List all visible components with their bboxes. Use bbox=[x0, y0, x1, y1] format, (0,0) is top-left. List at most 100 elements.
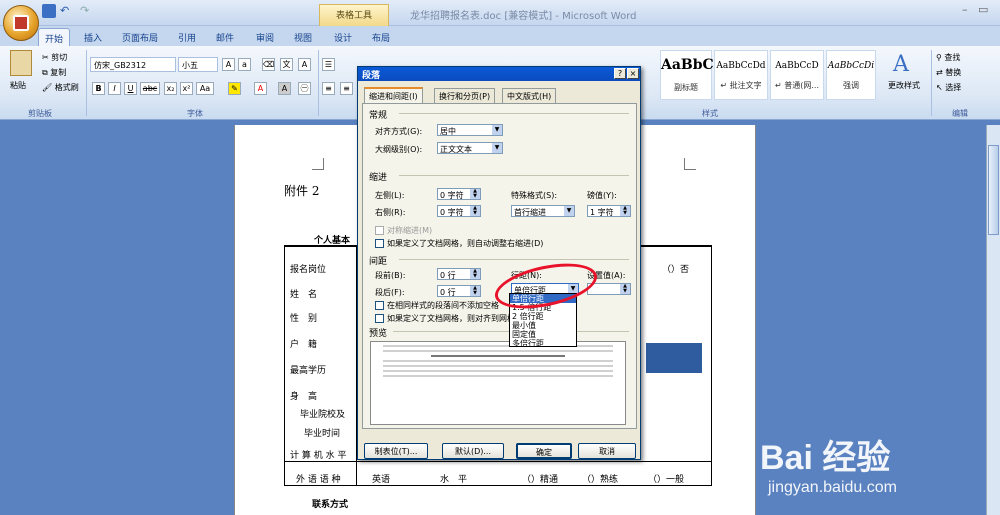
cursor-icon: ↖ bbox=[936, 83, 946, 92]
tabs-button[interactable]: 制表位(T)... bbox=[364, 443, 428, 459]
char-border-icon[interactable]: A bbox=[298, 58, 311, 71]
tab-view[interactable]: 视图 bbox=[288, 28, 318, 46]
scroll-thumb[interactable] bbox=[988, 145, 999, 235]
no-space-checkbox[interactable] bbox=[375, 301, 384, 310]
grow-font-icon[interactable]: A bbox=[222, 58, 235, 71]
shrink-font-icon[interactable]: a bbox=[238, 58, 251, 71]
paste-icon[interactable] bbox=[10, 50, 32, 76]
spinner-icon[interactable]: ▲ ▼ bbox=[620, 206, 630, 216]
font-name-select[interactable]: 仿宋_GB2312 bbox=[90, 57, 176, 72]
align-center-icon[interactable]: ≡ bbox=[340, 82, 353, 95]
preview-line bbox=[383, 365, 613, 367]
auto-adjust-checkbox[interactable] bbox=[375, 239, 384, 248]
divider bbox=[86, 50, 87, 116]
tab-home[interactable]: 开始 bbox=[38, 28, 71, 46]
change-case-button[interactable]: Aa bbox=[196, 82, 214, 95]
italic-button[interactable]: I bbox=[108, 82, 121, 95]
save-icon[interactable] bbox=[42, 4, 56, 18]
divider bbox=[318, 50, 319, 116]
cancel-button[interactable]: 取消 bbox=[578, 443, 636, 459]
strikethrough-button[interactable]: abc bbox=[140, 82, 160, 95]
highlight-icon[interactable]: ✎ bbox=[228, 82, 241, 95]
table-row: 性 别 bbox=[290, 314, 318, 324]
restore-icon[interactable]: ▭ bbox=[978, 3, 988, 16]
default-button[interactable]: 默认(D)... bbox=[442, 443, 504, 459]
char-shading-icon[interactable]: A bbox=[278, 82, 291, 95]
underline-button[interactable]: U bbox=[124, 82, 137, 95]
table-row: 身 高 bbox=[290, 392, 318, 402]
tab-asian-typography[interactable]: 中文版式(H) bbox=[502, 88, 557, 103]
cut-button[interactable]: ✂ 剪切 bbox=[42, 52, 67, 63]
format-painter-button[interactable]: 🖌 格式刷 bbox=[42, 82, 79, 93]
snap-grid-checkbox[interactable] bbox=[375, 314, 384, 323]
change-styles-icon[interactable]: A bbox=[893, 52, 909, 77]
space-after-input[interactable]: 0 行 ▲ ▼ bbox=[437, 285, 481, 297]
table-row: 最高学历 bbox=[290, 366, 327, 376]
minimize-icon[interactable]: – bbox=[962, 3, 968, 16]
enclose-char-icon[interactable]: ㊀ bbox=[298, 82, 311, 95]
alignment-label: 对齐方式(G): bbox=[375, 127, 423, 136]
spinner-icon[interactable]: ▲ ▼ bbox=[470, 206, 480, 216]
font-color-icon[interactable]: A bbox=[254, 82, 267, 95]
select-button[interactable]: ↖ 选择 bbox=[936, 82, 961, 93]
chevron-down-icon: ▼ bbox=[492, 143, 502, 153]
spinner-icon[interactable]: ▲ ▼ bbox=[470, 189, 480, 199]
clear-format-icon[interactable]: ⌫ bbox=[262, 58, 275, 71]
option-multiple[interactable]: 多倍行距 bbox=[510, 339, 576, 348]
tab-layout[interactable]: 布局 bbox=[366, 28, 396, 46]
bullets-icon[interactable]: ☰ bbox=[322, 58, 335, 71]
tab-line-page-breaks[interactable]: 换行和分页(P) bbox=[434, 88, 496, 103]
tab-review[interactable]: 审阅 bbox=[250, 28, 280, 46]
divider bbox=[931, 50, 932, 116]
right-indent-input[interactable]: 0 字符 ▲ ▼ bbox=[437, 205, 481, 217]
subscript-button[interactable]: x₂ bbox=[164, 82, 177, 95]
copy-button[interactable]: ⧉ 复制 bbox=[42, 67, 66, 78]
paste-button[interactable]: 粘贴 bbox=[10, 80, 26, 91]
bold-button[interactable]: B bbox=[92, 82, 105, 95]
option-double[interactable]: 2 倍行距 bbox=[510, 312, 576, 321]
divider bbox=[399, 259, 629, 260]
margin-mark bbox=[684, 158, 696, 170]
undo-icon[interactable]: ↶ bbox=[60, 4, 74, 18]
font-size-select[interactable]: 小五 bbox=[178, 57, 218, 72]
tab-indent-spacing[interactable]: 缩进和间距(I) bbox=[364, 87, 423, 104]
redo-icon[interactable]: ↷ bbox=[80, 4, 94, 18]
tab-references[interactable]: 引用 bbox=[172, 28, 202, 46]
tab-insert[interactable]: 插入 bbox=[78, 28, 108, 46]
style-emphasis[interactable]: AaBbCcDi 强调 bbox=[826, 50, 876, 100]
special-format-select[interactable]: 首行缩进 ▼ bbox=[511, 205, 575, 217]
alignment-select[interactable]: 居中 ▼ bbox=[437, 124, 503, 136]
close-button[interactable]: × bbox=[627, 68, 639, 79]
attachment-heading[interactable]: 附件 2 bbox=[284, 182, 319, 199]
option-exactly[interactable]: 固定值 bbox=[510, 330, 576, 339]
tab-mailings[interactable]: 邮件 bbox=[210, 28, 240, 46]
tab-page-layout[interactable]: 页面布局 bbox=[116, 28, 164, 46]
mirror-indent-checkbox[interactable] bbox=[375, 226, 384, 235]
office-button[interactable] bbox=[3, 5, 39, 41]
help-button[interactable]: ? bbox=[614, 68, 626, 79]
replace-button[interactable]: ⇄ 替换 bbox=[936, 67, 961, 78]
spinner-icon[interactable]: ▲ ▼ bbox=[620, 284, 630, 294]
tab-design[interactable]: 设计 bbox=[328, 28, 358, 46]
left-indent-input[interactable]: 0 字符 ▲ ▼ bbox=[437, 188, 481, 200]
dialog-title[interactable]: 段落 bbox=[358, 67, 640, 81]
table-row: 毕业时间 bbox=[304, 429, 341, 439]
outline-level-select[interactable]: 正文文本 ▼ bbox=[437, 142, 503, 154]
phonetic-icon[interactable]: 文 bbox=[280, 58, 293, 71]
align-left-icon[interactable]: ≡ bbox=[322, 82, 335, 95]
spinner-icon[interactable]: ▲ ▼ bbox=[470, 269, 480, 279]
indent-by-input[interactable]: 1 字符 ▲ ▼ bbox=[587, 205, 631, 217]
spinner-icon[interactable]: ▲ ▼ bbox=[470, 286, 480, 296]
find-button[interactable]: ⚲ 查找 bbox=[936, 52, 960, 63]
contact-heading[interactable]: 联系方式 bbox=[312, 497, 348, 510]
divider bbox=[399, 175, 629, 176]
space-before-input[interactable]: 0 行 ▲ ▼ bbox=[437, 268, 481, 280]
preview-line bbox=[383, 345, 613, 347]
change-styles-button[interactable]: 更改样式 bbox=[888, 80, 920, 91]
option-at-least[interactable]: 最小值 bbox=[510, 321, 576, 330]
style-comment-text[interactable]: AaBbCcDd ↵ 批注文字 bbox=[714, 50, 768, 100]
superscript-button[interactable]: x² bbox=[180, 82, 193, 95]
ok-button[interactable]: 确定 bbox=[516, 443, 572, 459]
style-normal-web[interactable]: AaBbCcD ↵ 普通(网... bbox=[770, 50, 824, 100]
style-subtitle[interactable]: AaBbCcDd 副标题 bbox=[660, 50, 744, 100]
